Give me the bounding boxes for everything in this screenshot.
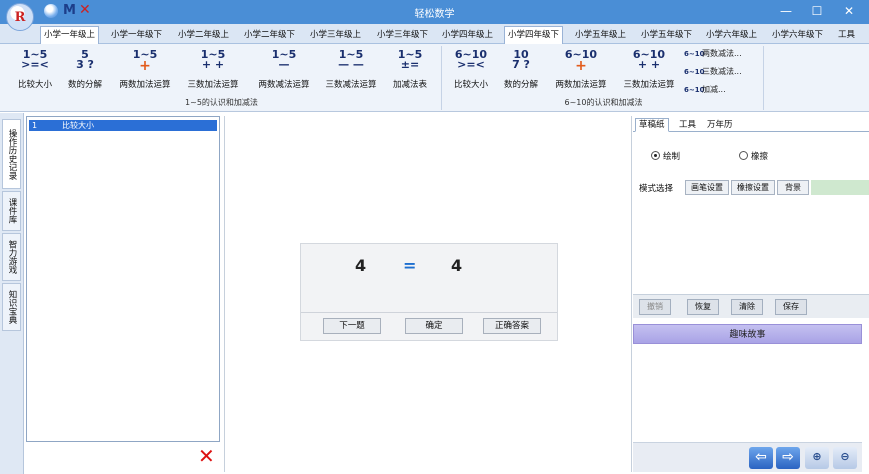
add-add-icon: 1~5 + +	[200, 48, 226, 71]
tab-grade6-up[interactable]: 小学六年级上	[702, 26, 761, 44]
undo-button[interactable]: 撤销	[639, 299, 671, 315]
ribbon-group-1-5-label: 1~5的认识和加减法	[185, 98, 258, 107]
ribbon-group-6-10: 6~10 >=< 比较大小 10 7 ? 数的分解 6~10 + 两数加法运算 6~1…	[444, 46, 764, 110]
three-number-subtract-button[interactable]: 1~5— — 三数减法运算	[318, 48, 384, 94]
quiz-operator: =	[403, 256, 417, 275]
back-arrow-icon[interactable]: ⇦	[749, 447, 773, 469]
two-number-add-6-10-button[interactable]: 6~10 + 两数加法运算	[548, 48, 614, 94]
two-number-add-button[interactable]: 1~5 + 两数加法运算	[112, 48, 178, 94]
add-subtract-6-10-button[interactable]: 6~10加减...	[684, 84, 726, 97]
tab-grade1-down[interactable]: 小学一年级下	[107, 26, 166, 44]
tab-games[interactable]: 智力游戏	[2, 233, 21, 281]
forward-arrow-icon[interactable]: ⇨	[776, 447, 800, 469]
tab-grade3-down[interactable]: 小学三年级下	[373, 26, 432, 44]
erase-radio[interactable]: 橡擦	[739, 150, 768, 162]
clear-button[interactable]: 清除	[731, 299, 763, 315]
add-subtract-icon: 6~10	[684, 86, 705, 94]
title-bar: M ✕ 轻松数学 — ☐ ✕	[0, 0, 869, 24]
add-add-icon: 6~10 + +	[632, 48, 666, 71]
zoom-out-icon[interactable]: ⊖	[833, 447, 857, 469]
draw-radio[interactable]: 绘制	[651, 150, 680, 162]
show-answer-button[interactable]: 正确答案	[483, 318, 541, 334]
history-footer	[26, 443, 220, 471]
tab-grade4-up[interactable]: 小学四年级上	[438, 26, 497, 44]
quiz-left-operand: 4	[355, 256, 367, 275]
mode-fill-strip	[811, 180, 869, 195]
tab-grade5-down[interactable]: 小学五年级下	[637, 26, 696, 44]
eraser-settings-button[interactable]: 橡擦设置	[731, 180, 775, 195]
ribbon-group-6-10-label: 6~10的认识和加减法	[564, 98, 643, 107]
add-subtract-table-button[interactable]: 1~5 ±= 加减法表	[377, 48, 443, 94]
redo-button[interactable]: 恢复	[687, 299, 719, 315]
minimize-button[interactable]: —	[771, 0, 801, 24]
decompose-number-button[interactable]: 53 ? 数的分解	[52, 48, 118, 94]
radio-unselected-icon	[739, 151, 748, 160]
tab-calendar[interactable]: 万年历	[703, 118, 737, 132]
story-nav-bar: ⇦ ⇨ ⊕ ⊖	[633, 442, 862, 472]
drawing-action-bar: 撤销 恢复 清除 保存	[633, 294, 869, 318]
tab-scratch-paper[interactable]: 草稿纸	[635, 118, 669, 132]
two-number-subtract-button[interactable]: 1~5— 两数减法运算	[251, 48, 317, 94]
fun-story-bar[interactable]: 趣味故事	[633, 324, 862, 344]
tab-grade6-down[interactable]: 小学六年级下	[768, 26, 827, 44]
tab-grade5-up[interactable]: 小学五年级上	[571, 26, 630, 44]
subtract-icon: 6~10	[684, 50, 705, 58]
three-number-add-6-10-button[interactable]: 6~10 + + 三数加法运算	[616, 48, 682, 94]
subtract-icon: 1~5—	[271, 48, 297, 71]
add-icon: 1~5 +	[132, 48, 158, 74]
decompose-icon: 10 7 ?	[512, 48, 530, 71]
decompose-icon: 53 ?	[76, 48, 94, 71]
next-question-button[interactable]: 下一题	[323, 318, 381, 334]
zoom-in-icon[interactable]: ⊕	[805, 447, 829, 469]
tab-grade3-up[interactable]: 小学三年级上	[306, 26, 365, 44]
pen-settings-button[interactable]: 画笔设置	[685, 180, 729, 195]
tab-grade1-up[interactable]: 小学一年级上	[40, 26, 100, 44]
tab-right-tools[interactable]: 工具	[675, 118, 700, 132]
confirm-button[interactable]: 确定	[405, 318, 463, 334]
quiz-panel: 4 = 4 下一题 确定 正确答案	[300, 243, 558, 341]
tab-courseware[interactable]: 课件库	[2, 191, 21, 231]
tab-tools[interactable]: 工具	[834, 26, 859, 44]
subtract-subtract-icon: 6~10	[684, 68, 705, 76]
subtract-subtract-icon: 1~5— —	[338, 48, 364, 71]
three-number-add-button[interactable]: 1~5 + + 三数加法运算	[180, 48, 246, 94]
tab-grade2-up[interactable]: 小学二年级上	[174, 26, 233, 44]
radio-selected-icon	[651, 151, 660, 160]
decompose-number-6-10-button[interactable]: 10 7 ? 数的分解	[488, 48, 554, 94]
close-button[interactable]: ✕	[834, 0, 864, 24]
tab-knowledge[interactable]: 知识宝典	[2, 283, 21, 331]
grade-tab-strip: 小学一年级上 小学一年级下 小学二年级上 小学二年级下 小学三年级上 小学三年级…	[0, 24, 869, 44]
history-list[interactable]: 1 比较大小	[26, 116, 220, 442]
app-window: M ✕ 轻松数学 — ☐ ✕ R 小学一年级上 小学一年级下 小学二年级上 小学…	[0, 0, 869, 474]
ribbon: 1~5 >=< 比较大小 53 ? 数的分解 1~5 + 两数加法运算 1~5 + +…	[0, 44, 869, 112]
tab-grade2-down[interactable]: 小学二年级下	[240, 26, 299, 44]
right-tab-strip: 草稿纸 工具 万年历	[633, 116, 869, 132]
background-button[interactable]: 背景	[777, 180, 809, 195]
add-icon: 6~10 +	[564, 48, 598, 74]
tab-history[interactable]: 操作历史记录	[2, 119, 21, 189]
quiz-right-operand: 4	[451, 256, 463, 275]
mode-label: 模式选择	[639, 184, 674, 194]
two-number-subtract-6-10-button[interactable]: 6~10两数减法...	[684, 48, 742, 61]
side-tab-strip: 操作历史记录 课件库 智力游戏 知识宝典	[0, 113, 24, 474]
save-button[interactable]: 保存	[775, 299, 807, 315]
three-number-subtract-6-10-button[interactable]: 6~10三数减法...	[684, 66, 742, 79]
delete-icon[interactable]: ✕	[198, 446, 216, 466]
right-panel: 草稿纸 工具 万年历 绘制 橡擦 模式选择 画笔设置 橡擦设置 背景 撤销 恢复…	[633, 116, 869, 472]
maximize-button[interactable]: ☐	[802, 0, 832, 24]
ribbon-group-1-5: 1~5 >=< 比较大小 53 ? 数的分解 1~5 + 两数加法运算 1~5 + +…	[2, 46, 442, 110]
quiz-button-bar: 下一题 确定 正确答案	[301, 312, 557, 340]
tab-grade4-down[interactable]: 小学四年级下	[504, 26, 564, 44]
window-title: 轻松数学	[414, 9, 455, 20]
app-logo-icon[interactable]: R	[6, 3, 34, 31]
list-item[interactable]: 1 比较大小	[29, 120, 217, 131]
table-icon: 1~5 ±=	[397, 48, 423, 71]
